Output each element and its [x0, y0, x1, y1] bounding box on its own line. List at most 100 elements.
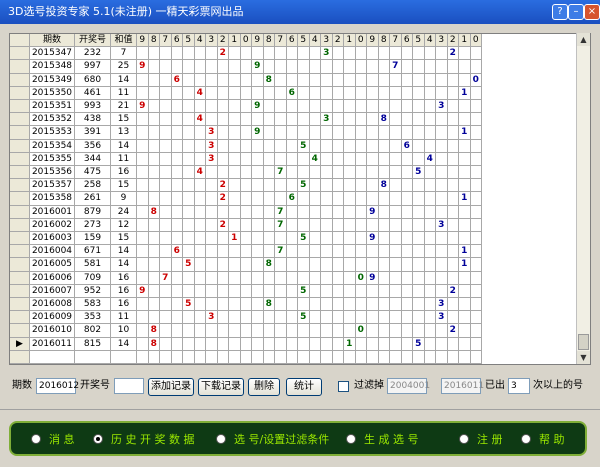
digit-cell: [309, 218, 321, 232]
digit-cell: [447, 298, 459, 312]
add-record-button[interactable]: 添加记录: [148, 378, 194, 396]
digit-hit-cell: 2: [217, 47, 229, 61]
digit-cell: [459, 139, 471, 153]
number-cell: 583: [75, 298, 111, 312]
digit-cell: [378, 298, 390, 312]
digit-cell: [390, 47, 402, 61]
digit-cell: [286, 113, 298, 127]
digit-cell: [309, 258, 321, 272]
digit-cell: [321, 152, 333, 166]
digit-cell: [401, 284, 413, 298]
digit-cell: [447, 258, 459, 272]
digit-cell: [286, 284, 298, 298]
digit-cell: [217, 139, 229, 153]
digit-cell: [390, 245, 402, 259]
scroll-thumb[interactable]: [578, 334, 589, 350]
grid-vertical-scrollbar[interactable]: ▲ ▼: [576, 33, 590, 364]
period-input[interactable]: 2016012: [36, 378, 79, 394]
digit-cell: [378, 60, 390, 74]
column-header: 5: [413, 34, 425, 48]
filter-to-input[interactable]: 2016011: [441, 378, 484, 394]
digit-cell: [286, 271, 298, 285]
digit-cell: [367, 126, 379, 140]
digit-cell: [137, 324, 149, 338]
row-indicator: [10, 73, 30, 87]
digit-cell: [332, 205, 344, 219]
digit-cell: [263, 86, 275, 100]
digit-cell: [378, 232, 390, 246]
digit-hit-cell: 6: [286, 86, 298, 100]
nav-generate[interactable]: 生 成 选 号: [346, 432, 419, 448]
close-button[interactable]: ×: [584, 4, 600, 20]
digit-cell: [367, 192, 379, 206]
digit-hit-cell: 5: [183, 298, 195, 312]
digit-cell: [229, 166, 241, 180]
delete-button[interactable]: 删除: [248, 378, 280, 396]
digit-cell: [401, 271, 413, 285]
digit-cell: [240, 284, 252, 298]
sum-cell: 25: [111, 60, 137, 74]
empty-cell: [111, 350, 137, 364]
sum-cell: 14: [111, 258, 137, 272]
number-input[interactable]: [114, 378, 144, 394]
digit-cell: [413, 271, 425, 285]
digit-cell: [470, 60, 482, 74]
digit-cell: [194, 152, 206, 166]
column-header: 7: [160, 34, 172, 48]
nav-help[interactable]: 帮 助: [521, 432, 565, 448]
scroll-down-icon[interactable]: ▼: [577, 351, 590, 364]
download-record-button[interactable]: 下载记录: [198, 378, 244, 396]
digit-cell: [401, 86, 413, 100]
digit-cell: [309, 60, 321, 74]
digit-cell: [332, 126, 344, 140]
digit-cell: [137, 47, 149, 61]
filter-checkbox[interactable]: [338, 381, 349, 392]
row-indicator: [10, 258, 30, 272]
help-button[interactable]: ?: [552, 4, 568, 20]
digit-cell: [263, 126, 275, 140]
stats-button[interactable]: 统计: [286, 378, 322, 396]
radio-selected-icon: [93, 434, 103, 444]
digit-cell: [309, 126, 321, 140]
digit-cell: [424, 47, 436, 61]
nav-select-filter[interactable]: 选 号/设置过滤条件: [216, 432, 329, 448]
digit-hit-cell: 6: [401, 139, 413, 153]
filter-from-input[interactable]: 2004001: [387, 378, 430, 394]
digit-cell: [298, 245, 310, 259]
digit-cell: [436, 245, 448, 259]
digit-hit-cell: 5: [413, 337, 425, 351]
digit-cell: [321, 232, 333, 246]
digit-cell: [424, 258, 436, 272]
digit-cell: [183, 166, 195, 180]
sum-cell: 7: [111, 47, 137, 61]
history-grid[interactable]: 期数 开奖号 和值 9 8 7 6 5 4 3 2 1 0 9 8 7 6 5 4 3 2 1 0 9 8 7 6 5 4 3 2 1 0 201…: [9, 33, 591, 365]
digit-cell: [183, 60, 195, 74]
digit-hit-cell: 9: [367, 271, 379, 285]
digit-cell: [344, 126, 356, 140]
minimize-button[interactable]: –: [568, 4, 584, 20]
nav-messages[interactable]: 消 息: [31, 432, 75, 448]
period-cell: 2015353: [30, 126, 75, 140]
scroll-up-icon[interactable]: ▲: [577, 33, 590, 46]
digit-cell: [309, 192, 321, 206]
digit-cell: [252, 271, 264, 285]
nav-register[interactable]: 注 册: [459, 432, 503, 448]
digit-cell: [229, 258, 241, 272]
digit-cell: [171, 47, 183, 61]
digit-cell: [321, 311, 333, 325]
digit-cell: [217, 126, 229, 140]
row-indicator: [10, 60, 30, 74]
digit-cell: [217, 60, 229, 74]
digit-hit-cell: 8: [378, 179, 390, 193]
digit-cell: [275, 139, 287, 153]
nav-history-data[interactable]: 历 史 开 奖 数 据: [93, 432, 194, 448]
digit-cell: [332, 192, 344, 206]
digit-cell: [332, 324, 344, 338]
occurred-input[interactable]: 3: [508, 378, 530, 394]
digit-cell: [470, 86, 482, 100]
digit-cell: [183, 100, 195, 114]
empty-cell: [252, 350, 264, 364]
digit-cell: [413, 218, 425, 232]
digit-cell: [206, 179, 218, 193]
digit-cell: [286, 311, 298, 325]
